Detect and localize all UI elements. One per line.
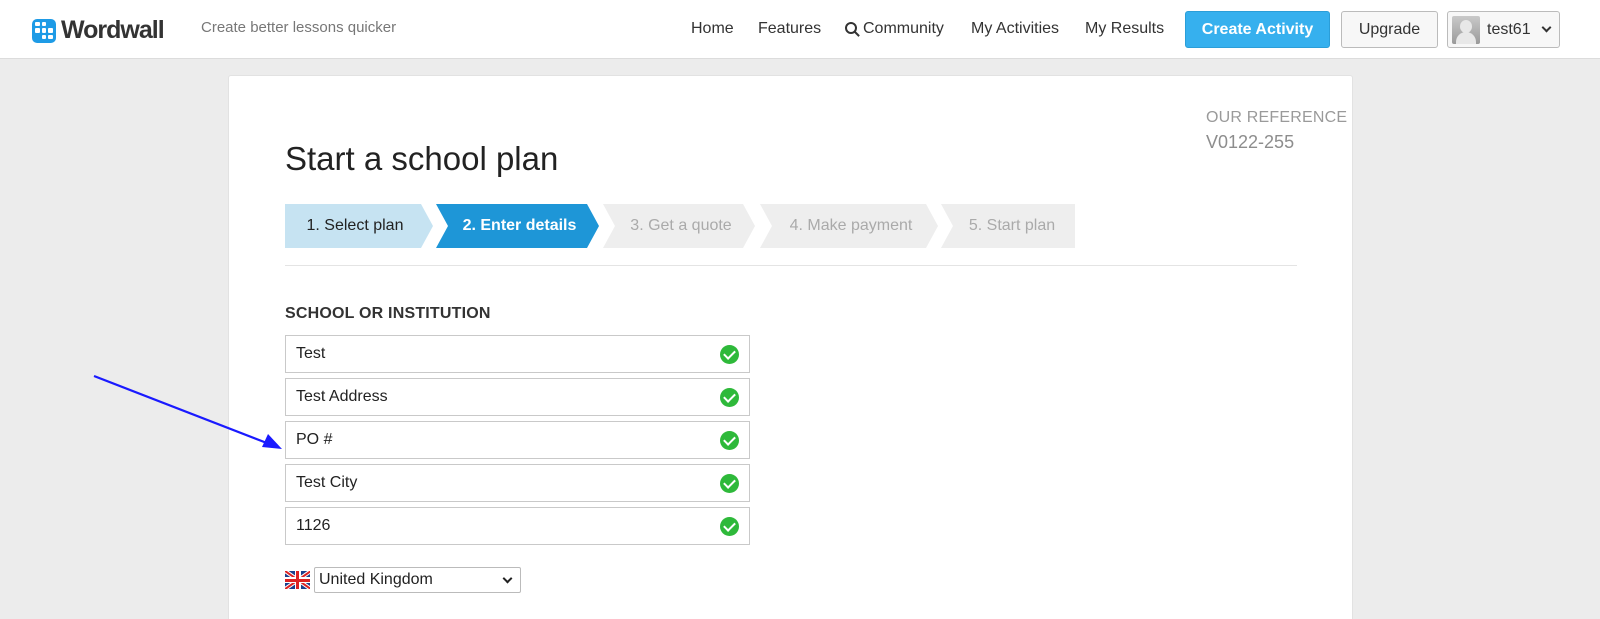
check-circle-icon xyxy=(720,388,739,407)
school-name-input[interactable] xyxy=(296,345,696,363)
nav-home-link[interactable]: Home xyxy=(691,20,734,38)
nav-my-activities-link[interactable]: My Activities xyxy=(971,20,1059,38)
nav-my-results-link[interactable]: My Results xyxy=(1085,20,1164,38)
step-make-payment: 4. Make payment xyxy=(760,204,938,248)
step-select-plan[interactable]: 1. Select plan xyxy=(285,204,433,248)
progress-steps: 1. Select plan 2. Enter details 3. Get a… xyxy=(285,204,1085,248)
upgrade-button[interactable]: Upgrade xyxy=(1341,11,1438,48)
brand-tagline: Create better lessons quicker xyxy=(201,19,397,36)
country-row: United Kingdom xyxy=(285,567,521,593)
nav-community-link[interactable]: Community xyxy=(845,20,944,38)
step-get-quote: 3. Get a quote xyxy=(603,204,755,248)
check-circle-icon xyxy=(720,431,739,450)
section-label-school: SCHOOL OR INSTITUTION xyxy=(285,305,491,322)
city-input[interactable] xyxy=(296,474,696,492)
address-line-2-input[interactable] xyxy=(296,431,696,449)
city-field xyxy=(285,464,750,502)
page-title: Start a school plan xyxy=(285,140,559,177)
nav-community-label: Community xyxy=(863,20,944,37)
step-label: 4. Make payment xyxy=(789,217,913,234)
top-navigation-bar: Wordwall Create better lessons quicker H… xyxy=(0,0,1600,59)
wordwall-logo-icon xyxy=(32,18,56,43)
reference-value: V0122-255 xyxy=(1206,132,1295,152)
check-circle-icon xyxy=(720,517,739,536)
country-selected-value: United Kingdom xyxy=(319,571,433,588)
address-line-2-field xyxy=(285,421,750,459)
avatar xyxy=(1452,15,1480,44)
chevron-down-icon xyxy=(502,573,513,584)
chevron-down-icon xyxy=(1541,22,1552,33)
postcode-input[interactable] xyxy=(296,517,696,535)
create-activity-button[interactable]: Create Activity xyxy=(1185,11,1330,48)
step-label: 5. Start plan xyxy=(968,217,1056,234)
postcode-field xyxy=(285,507,750,545)
address-field xyxy=(285,378,750,416)
wordwall-logo[interactable]: Wordwall xyxy=(32,16,165,45)
check-circle-icon xyxy=(720,474,739,493)
reference-label: OUR REFERENCE xyxy=(1206,109,1348,126)
step-start-plan: 5. Start plan xyxy=(941,204,1075,248)
step-enter-details: 2. Enter details xyxy=(436,204,599,248)
user-name: test61 xyxy=(1487,20,1531,38)
step-label: 1. Select plan xyxy=(306,217,404,234)
brand-name: Wordwall xyxy=(61,16,165,44)
address-input[interactable] xyxy=(296,388,696,406)
search-icon xyxy=(845,22,857,34)
step-label: 2. Enter details xyxy=(462,217,577,234)
nav-features-link[interactable]: Features xyxy=(758,20,821,38)
section-divider xyxy=(285,265,1297,266)
school-name-field xyxy=(285,335,750,373)
step-label: 3. Get a quote xyxy=(630,217,732,234)
check-circle-icon xyxy=(720,345,739,364)
school-plan-card: OUR REFERENCE V0122-255 Start a school p… xyxy=(228,75,1353,619)
country-select[interactable]: United Kingdom xyxy=(314,567,521,593)
uk-flag-icon xyxy=(285,571,310,589)
user-menu-button[interactable]: test61 xyxy=(1447,11,1560,48)
